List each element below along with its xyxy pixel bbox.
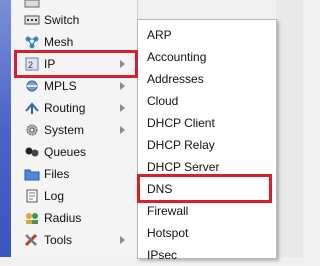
ip-submenu: ARP Accounting Addresses Cloud DHCP Clie… <box>137 19 277 262</box>
switch-icon <box>24 13 40 27</box>
menu-item-label: Queues <box>44 145 87 159</box>
chevron-right-icon <box>120 126 125 134</box>
chevron-right-icon <box>120 236 125 244</box>
log-icon <box>24 189 40 203</box>
submenu-item-label: Accounting <box>147 50 207 64</box>
submenu-item-arp[interactable]: ARP <box>138 24 276 46</box>
chevron-right-icon <box>120 104 125 112</box>
menu-item-files[interactable]: Files <box>11 163 137 185</box>
submenu-item-label: Addresses <box>147 72 204 86</box>
submenu-item-cloud[interactable]: Cloud <box>138 90 276 112</box>
submenu-item-label: IPsec <box>147 248 178 262</box>
menu-item-label: Routing <box>44 101 86 115</box>
chevron-right-icon <box>120 82 125 90</box>
menu-item-tools[interactable]: Tools <box>11 229 137 251</box>
menu-item-label: Files <box>44 167 70 181</box>
submenu-item-dhcp-relay[interactable]: DHCP Relay <box>138 134 276 156</box>
queues-icon <box>24 145 40 159</box>
menu-item-label: Switch <box>44 13 80 27</box>
routing-icon <box>24 101 40 115</box>
dns-highlight-box <box>137 174 272 203</box>
menu-item-label: Tools <box>44 233 73 247</box>
menu-item-label: System <box>44 123 85 137</box>
submenu-item-label: DHCP Relay <box>147 138 215 152</box>
main-menu: Switch Mesh 2 IP MPLS Routing System Que… <box>11 0 138 257</box>
ip-highlight-box <box>14 50 138 78</box>
submenu-item-firewall[interactable]: Firewall <box>138 200 276 222</box>
submenu-item-label: Hotspot <box>147 226 189 240</box>
gear-icon <box>24 123 40 137</box>
menu-item-label: Log <box>44 189 65 203</box>
folder-icon <box>24 167 40 181</box>
menu-item-log[interactable]: Log <box>11 185 137 207</box>
submenu-item-hotspot[interactable]: Hotspot <box>138 222 276 244</box>
submenu-item-label: ARP <box>147 28 172 42</box>
sidebar-strip <box>0 0 11 257</box>
submenu-item-accounting[interactable]: Accounting <box>138 46 276 68</box>
mpls-icon <box>24 79 40 93</box>
menu-item-system[interactable]: System <box>11 119 137 141</box>
submenu-item-label: DHCP Server <box>147 160 220 174</box>
submenu-item-label: Cloud <box>147 94 179 108</box>
menu-item-label: MPLS <box>44 79 77 93</box>
tools-icon <box>24 233 40 247</box>
submenu-item-dhcp-client[interactable]: DHCP Client <box>138 112 276 134</box>
radius-icon <box>24 211 40 225</box>
menu-item-mpls[interactable]: MPLS <box>11 75 137 97</box>
menu-item-switch[interactable]: Switch <box>11 9 137 31</box>
menu-item-routing[interactable]: Routing <box>11 97 137 119</box>
menu-item-queues[interactable]: Queues <box>11 141 137 163</box>
menu-item-label: Mesh <box>44 35 74 49</box>
menu-item-radius[interactable]: Radius <box>11 207 137 229</box>
background-window <box>276 0 303 257</box>
menu-item-label: Radius <box>44 211 82 225</box>
submenu-item-addresses[interactable]: Addresses <box>138 68 276 90</box>
mesh-icon <box>24 35 40 49</box>
submenu-item-label: DHCP Client <box>147 116 215 130</box>
submenu-item-ipsec[interactable]: IPsec <box>138 244 276 266</box>
submenu-item-label: Firewall <box>147 204 189 218</box>
